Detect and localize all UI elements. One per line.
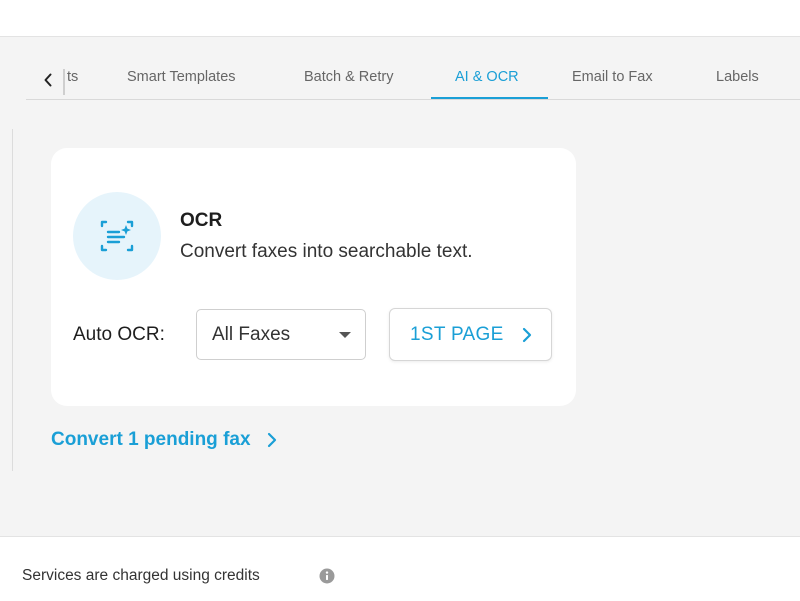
first-page-button[interactable]: 1ST PAGE: [389, 308, 552, 361]
active-tab-indicator: [431, 97, 548, 99]
convert-pending-fax-label: Convert 1 pending fax: [51, 429, 251, 450]
credits-note: Services are charged using credits: [22, 567, 260, 584]
first-page-button-label: 1ST PAGE: [410, 324, 504, 345]
top-strip: [0, 0, 800, 36]
tab-scroll-divider: [63, 69, 65, 95]
auto-ocr-select-value: All Faxes: [212, 324, 291, 345]
chevron-right-icon: [267, 432, 276, 448]
convert-pending-fax-link[interactable]: Convert 1 pending fax: [51, 427, 279, 453]
left-divider: [12, 129, 13, 471]
auto-ocr-select[interactable]: All Faxes: [196, 309, 366, 360]
chevron-right-icon: [522, 327, 532, 343]
footer: Services are charged using credits: [0, 536, 800, 601]
ocr-scan-icon: [100, 220, 134, 252]
chevron-left-icon: [44, 73, 52, 87]
ocr-description: Convert faxes into searchable text.: [180, 241, 473, 262]
ocr-title: OCR: [180, 210, 223, 231]
tab-ai-ocr[interactable]: AI & OCR: [455, 69, 519, 99]
tab-labels[interactable]: Labels: [716, 69, 759, 99]
info-icon[interactable]: [319, 568, 335, 584]
ocr-card: OCR Convert faxes into searchable text. …: [51, 148, 576, 406]
tab-smart-templates[interactable]: Smart Templates: [127, 69, 236, 99]
tab-batch-retry[interactable]: Batch & Retry: [304, 69, 393, 99]
tab-scroll-back-button[interactable]: [34, 65, 62, 95]
tab-bar: ts Smart Templates Batch & Retry AI & OC…: [26, 61, 800, 100]
tab-partial[interactable]: ts: [67, 69, 78, 99]
settings-panel: ts Smart Templates Batch & Retry AI & OC…: [0, 36, 800, 537]
ocr-icon-badge: [73, 192, 161, 280]
tab-email-to-fax[interactable]: Email to Fax: [572, 69, 653, 99]
caret-down-icon: [339, 332, 351, 338]
auto-ocr-label: Auto OCR:: [73, 324, 165, 345]
